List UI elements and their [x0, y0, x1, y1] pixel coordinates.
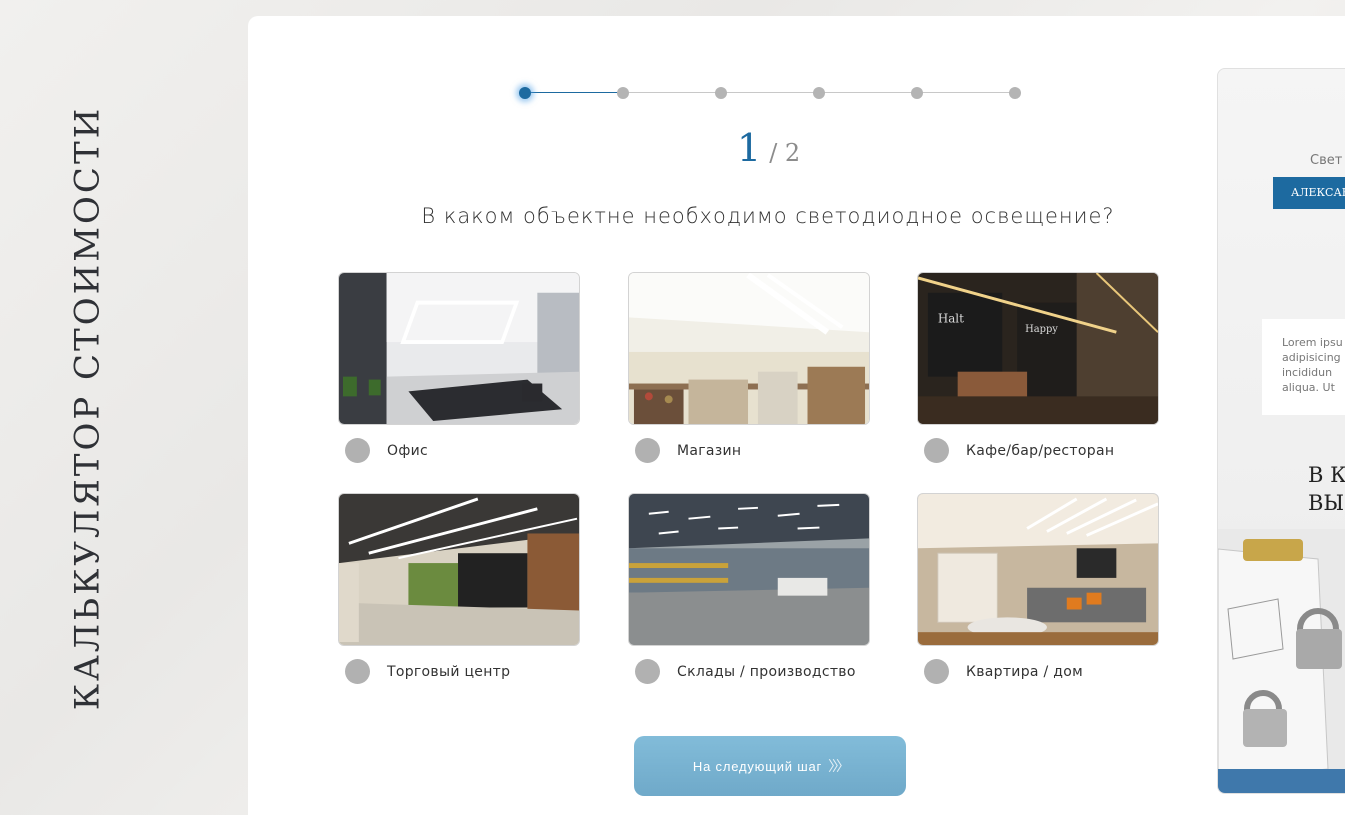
radio-cafe[interactable]: [924, 438, 949, 463]
radio-mall[interactable]: [345, 659, 370, 684]
side-promo-panel: Свет АЛЕКСАН Lorem ipsu adipisicing inci…: [1217, 68, 1345, 794]
option-warehouse[interactable]: Склады / производство: [628, 493, 870, 684]
option-shop[interactable]: Магазин: [628, 272, 870, 463]
stepper-track-active: [525, 92, 623, 93]
progress-stepper: [519, 86, 1021, 100]
step-dot-6[interactable]: [1009, 87, 1021, 99]
next-step-label: На следующий шаг: [692, 758, 823, 774]
office-photo[interactable]: [338, 272, 580, 425]
cafe-photo[interactable]: Halt Happy: [917, 272, 1159, 425]
option-cafe[interactable]: Halt Happy Кафе/бар/ресторан: [917, 272, 1159, 463]
promo-illustration: [1218, 529, 1345, 793]
step-dot-2[interactable]: [617, 87, 629, 99]
option-label: Кафе/бар/ресторан: [966, 442, 1115, 459]
option-label: Торговый центр: [387, 663, 511, 680]
warehouse-photo[interactable]: [628, 493, 870, 646]
apartment-photo[interactable]: [917, 493, 1159, 646]
step-counter: 1/ 2: [737, 126, 800, 170]
step-dot-1[interactable]: [519, 87, 531, 99]
step-dot-4[interactable]: [813, 87, 825, 99]
promo-heading: В К ВЫ: [1308, 463, 1345, 515]
svg-text:Halt: Halt: [938, 311, 964, 325]
page-title: КАЛЬКУЛЯТОР СТОИМОСТИ: [67, 105, 108, 710]
promo-small-text: Свет: [1310, 153, 1343, 168]
radio-shop[interactable]: [635, 438, 660, 463]
radio-apartment[interactable]: [924, 659, 949, 684]
promo-note: Lorem ipsu adipisicing incididun aliqua.…: [1262, 319, 1345, 415]
calculator-title: КАЛЬКУЛЯТОР СТОИМОСТИ: [32, 0, 142, 815]
next-step-button[interactable]: На следующий шаг 〉〉〉: [634, 736, 906, 796]
option-apartment[interactable]: Квартира / дом: [917, 493, 1159, 684]
radio-office[interactable]: [345, 438, 370, 463]
svg-text:Happy: Happy: [1025, 324, 1058, 335]
option-office[interactable]: Офис: [338, 272, 580, 463]
option-label: Офис: [387, 442, 428, 459]
shop-photo[interactable]: [628, 272, 870, 425]
chevrons-right-icon: 〉〉〉: [828, 758, 850, 774]
step-dot-3[interactable]: [715, 87, 727, 99]
step-total: / 2: [769, 139, 801, 167]
step-current: 1: [737, 126, 762, 170]
promo-name-badge: АЛЕКСАН: [1273, 177, 1345, 209]
question-text: В каком объектне необходимо светодиодное…: [421, 204, 1115, 228]
option-label: Квартира / дом: [966, 663, 1083, 680]
step-dot-5[interactable]: [911, 87, 923, 99]
mall-photo[interactable]: [338, 493, 580, 646]
option-mall[interactable]: Торговый центр: [338, 493, 580, 684]
option-label: Магазин: [677, 442, 742, 459]
calculator-card: 1/ 2 В каком объектне необходимо светоди…: [248, 16, 1345, 815]
radio-warehouse[interactable]: [635, 659, 660, 684]
option-label: Склады / производство: [677, 663, 856, 680]
